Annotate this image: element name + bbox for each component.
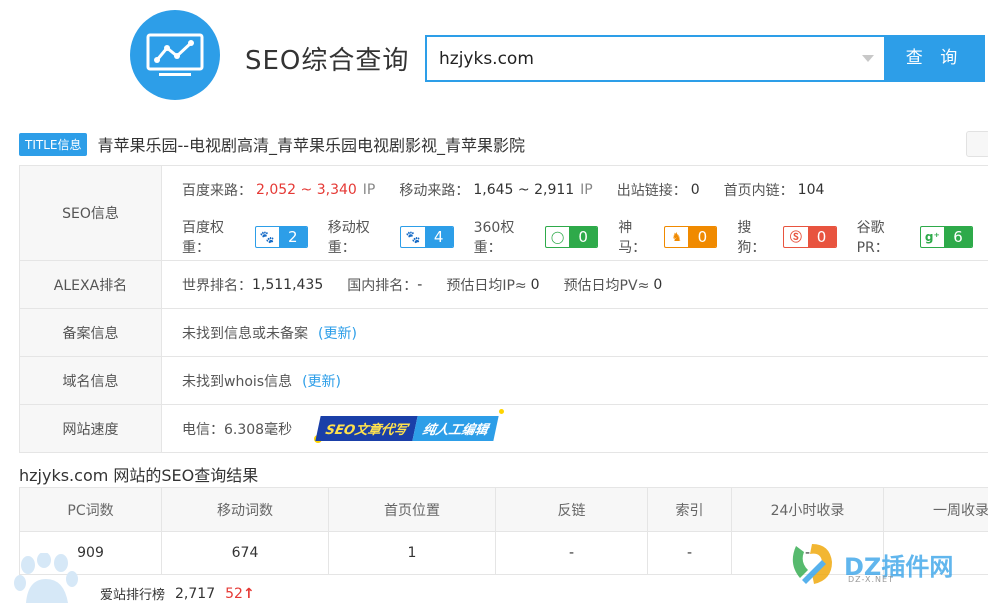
traffic-row: 百度来路： 2,052 ~ 3,340 IP 移动来路： 1,645 ~ 2,9… bbox=[182, 166, 988, 213]
col-mobile-words: 移动词数 bbox=[162, 488, 329, 532]
sogou-badge[interactable]: Ⓢ 0 bbox=[783, 226, 836, 248]
beian-text: 未找到信息或未备案 bbox=[182, 323, 308, 343]
layers-icon[interactable] bbox=[966, 131, 988, 157]
shenma-icon: ♞ bbox=[665, 226, 688, 248]
est-ip-value: 0 bbox=[531, 277, 540, 293]
seo-info-label: SEO信息 bbox=[20, 166, 162, 261]
shenma-label: 神马： bbox=[618, 217, 658, 257]
alexa-row: 世界排名： 1,511,435 国内排名： - 预估日均IP≈ 0 预估日均PV… bbox=[182, 261, 988, 308]
results-title: hzjyks.com 网站的SEO查询结果 bbox=[19, 462, 258, 486]
sogou-icon: Ⓢ bbox=[784, 226, 807, 248]
mobile-traffic-unit: IP bbox=[580, 182, 593, 198]
baidu-traffic-unit: IP bbox=[363, 182, 376, 198]
sogou-value: 0 bbox=[808, 226, 836, 248]
aizhan-rank-bar: 爱站排行榜 2,717 52↑ bbox=[100, 584, 255, 603]
est-pv-value: 0 bbox=[653, 277, 662, 293]
baidu-weight-badge[interactable]: 🐾 2 bbox=[255, 226, 308, 248]
inlinks-value[interactable]: 104 bbox=[798, 182, 825, 198]
baidu-traffic-label: 百度来路： bbox=[182, 180, 252, 200]
promo-dot-icon bbox=[499, 409, 504, 414]
mobile-paw-icon: 🐾 bbox=[401, 226, 424, 248]
col-index: 索引 bbox=[648, 488, 732, 532]
sogou-label: 搜狗： bbox=[737, 217, 777, 257]
world-rank-value[interactable]: 1,511,435 bbox=[252, 277, 323, 293]
title-badge: TITLE信息 bbox=[19, 133, 87, 156]
mobile-weight-badge[interactable]: 🐾 4 bbox=[400, 226, 453, 248]
beian-update-link[interactable]: (更新) bbox=[318, 323, 357, 343]
whois-update-link[interactable]: (更新) bbox=[302, 371, 341, 391]
google-pr-badge[interactable]: g⁺ 6 bbox=[920, 226, 973, 248]
mobile-traffic-label: 移动来路： bbox=[399, 180, 469, 200]
google-plus-icon: g⁺ bbox=[921, 226, 944, 248]
shenma-badge[interactable]: ♞ 0 bbox=[664, 226, 717, 248]
backlinks-value: - bbox=[496, 532, 648, 575]
page-title: SEO综合查询 bbox=[245, 40, 409, 77]
index-value: - bbox=[648, 532, 732, 575]
speed-text: 电信：6.308毫秒 bbox=[182, 419, 292, 439]
aizhan-rank-label: 爱站排行榜 bbox=[100, 584, 165, 603]
baidu-paw-icon: 🐾 bbox=[256, 226, 279, 248]
rank-change-value: 52 bbox=[225, 586, 243, 602]
watermark: DZ插件网 DZ-X.NET bbox=[786, 538, 953, 590]
col-home-position: 首页位置 bbox=[329, 488, 496, 532]
speed-label: 网站速度 bbox=[20, 405, 162, 453]
est-pv-label: 预估日均PV≈ bbox=[564, 275, 650, 295]
mobile-weight-label: 移动权重： bbox=[328, 217, 395, 257]
beian-row: 未找到信息或未备案 (更新) bbox=[182, 309, 988, 356]
google-pr-label: 谷歌PR： bbox=[857, 217, 914, 257]
home-position-value[interactable]: 1 bbox=[329, 532, 496, 575]
site-title-text: 青苹果乐园--电视剧高清_青苹果乐园电视剧影视_青苹果影院 bbox=[97, 132, 525, 156]
mobile-traffic-value[interactable]: 1,645 ~ 2,911 bbox=[473, 182, 574, 198]
dropdown-caret-icon[interactable] bbox=[862, 55, 874, 62]
site-logo[interactable] bbox=[130, 10, 220, 100]
est-ip-label: 预估日均IP≈ bbox=[446, 275, 526, 295]
arrow-up-icon: ↑ bbox=[243, 586, 255, 602]
mobile-words-value[interactable]: 674 bbox=[162, 532, 329, 575]
aizhan-rank-value[interactable]: 2,717 bbox=[175, 586, 215, 602]
360-weight-value: 0 bbox=[569, 226, 597, 248]
domain-label: 域名信息 bbox=[20, 357, 162, 405]
search-button[interactable]: 查 询 bbox=[884, 35, 985, 82]
world-rank-label: 世界排名： bbox=[182, 275, 252, 295]
search-box[interactable] bbox=[425, 35, 884, 82]
baidu-weight-value: 2 bbox=[279, 226, 307, 248]
paw-icon bbox=[14, 553, 80, 609]
beian-label: 备案信息 bbox=[20, 309, 162, 357]
col-backlinks: 反链 bbox=[496, 488, 648, 532]
results-header-row: PC词数 移动词数 首页位置 反链 索引 24小时收录 一周收录 bbox=[20, 488, 988, 532]
domestic-rank-value: - bbox=[417, 277, 422, 293]
weight-row: 百度权重： 🐾 2 移动权重： 🐾 4 360权重： ◯ 0 神马： ♞ bbox=[182, 213, 988, 260]
promo-manual-edit: 纯人工编辑 bbox=[413, 416, 499, 441]
inlinks-label: 首页内链： bbox=[724, 180, 794, 200]
360-weight-badge[interactable]: ◯ 0 bbox=[545, 226, 598, 248]
aizhan-rank-change: 52↑ bbox=[225, 586, 255, 602]
baidu-traffic-value[interactable]: 2,052 ~ 3,340 bbox=[256, 182, 357, 198]
dz-logo-icon bbox=[786, 538, 838, 590]
domestic-rank-label: 国内排名： bbox=[347, 275, 417, 295]
outlinks-value[interactable]: 0 bbox=[691, 182, 700, 198]
outlinks-label: 出站链接： bbox=[617, 180, 687, 200]
promo-seo-writing: SEO文章代写 bbox=[315, 416, 418, 441]
seo-info-table: SEO信息 百度来路： 2,052 ~ 3,340 IP 移动来路： 1,645… bbox=[19, 165, 988, 453]
360-icon: ◯ bbox=[546, 226, 569, 248]
speed-row: 电信：6.308毫秒 SEO文章代写 纯人工编辑 bbox=[182, 405, 988, 452]
mobile-weight-value: 4 bbox=[425, 226, 453, 248]
watermark-subtext: DZ-X.NET bbox=[848, 575, 894, 584]
col-pc-words: PC词数 bbox=[20, 488, 162, 532]
col-week-indexed: 一周收录 bbox=[884, 488, 988, 532]
shenma-value: 0 bbox=[688, 226, 716, 248]
google-pr-value: 6 bbox=[944, 226, 972, 248]
alexa-label: ALEXA排名 bbox=[20, 261, 162, 309]
360-weight-label: 360权重： bbox=[474, 217, 539, 257]
header: SEO综合查询 查 询 bbox=[0, 0, 988, 118]
promo-banner[interactable]: SEO文章代写 纯人工编辑 bbox=[318, 417, 496, 441]
baidu-weight-label: 百度权重： bbox=[182, 217, 249, 257]
chart-monitor-icon bbox=[145, 32, 205, 78]
col-24h-indexed: 24小时收录 bbox=[732, 488, 884, 532]
domain-row: 未找到whois信息 (更新) bbox=[182, 357, 988, 404]
search-input[interactable] bbox=[427, 37, 827, 80]
title-info-row: TITLE信息 青苹果乐园--电视剧高清_青苹果乐园电视剧影视_青苹果影院 bbox=[19, 132, 525, 156]
whois-text: 未找到whois信息 bbox=[182, 371, 292, 391]
